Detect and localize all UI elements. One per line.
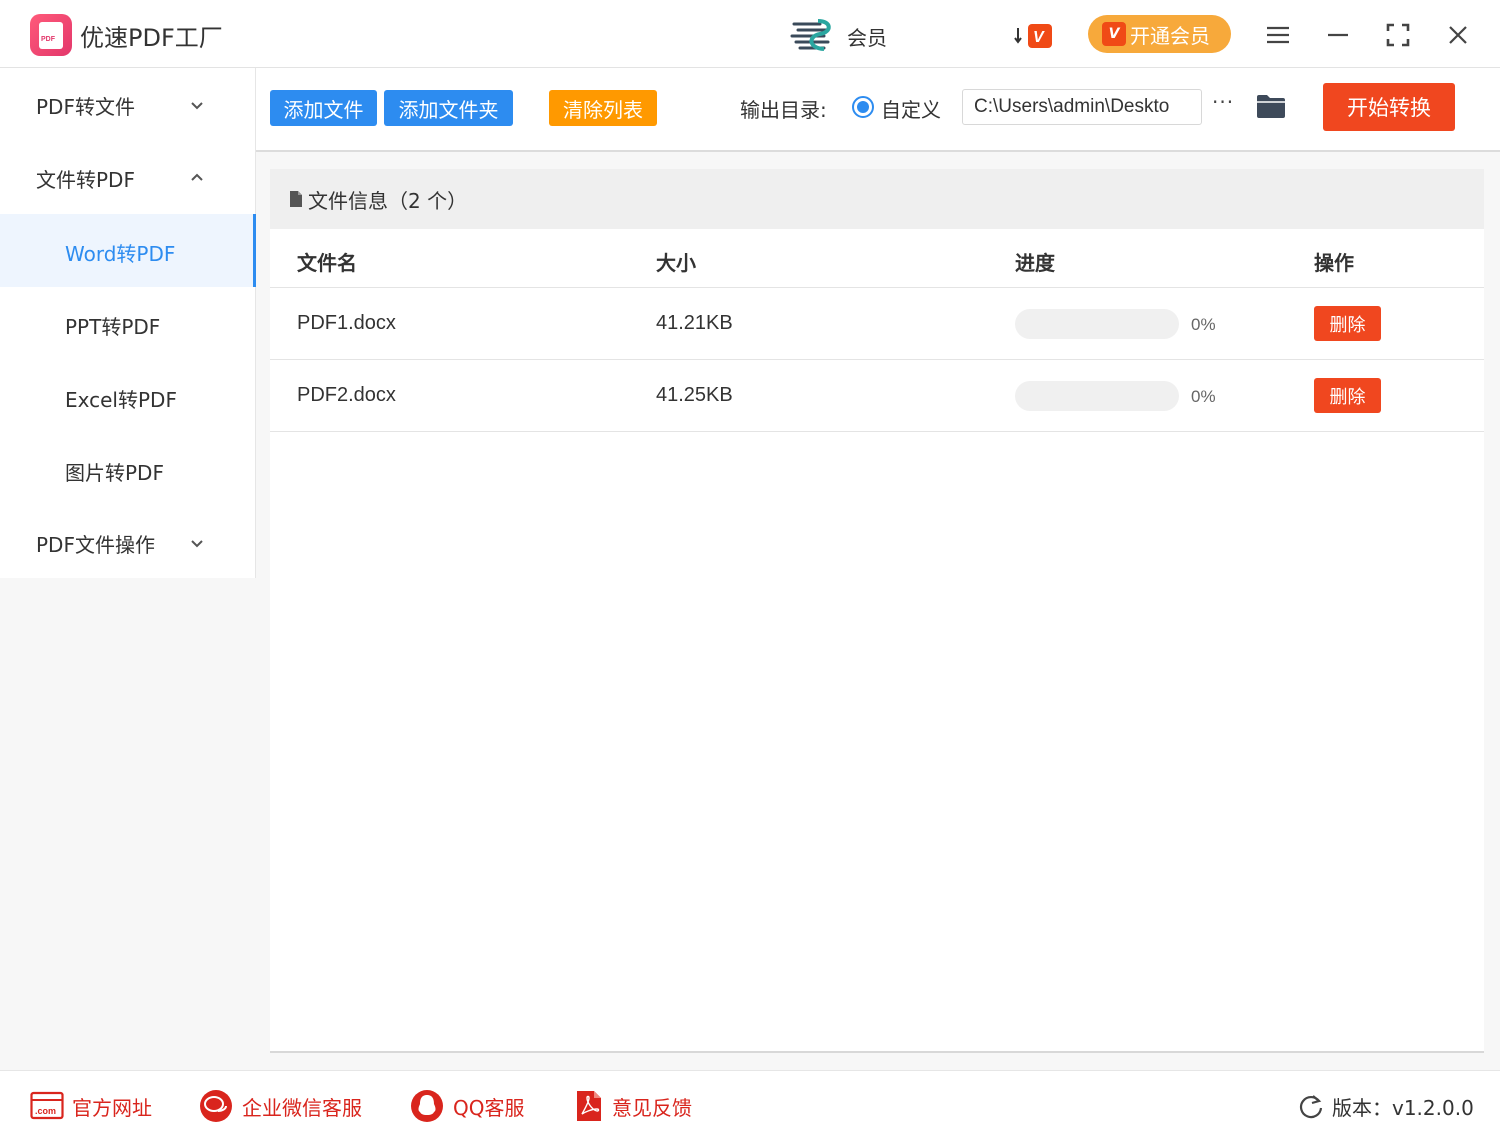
sidebar-group-label: PDF文件操作 bbox=[36, 533, 155, 557]
add-folder-button[interactable]: 添加文件夹 bbox=[384, 90, 513, 126]
sidebar-item-image-to-pdf[interactable]: 图片转PDF bbox=[0, 433, 256, 506]
column-header-name: 文件名 bbox=[297, 251, 357, 275]
open-vip-button[interactable]: V 开通会员 bbox=[1088, 15, 1231, 53]
start-convert-button[interactable]: 开始转换 bbox=[1323, 83, 1455, 131]
column-header-action: 操作 bbox=[1314, 251, 1354, 275]
qq-service-link[interactable]: QQ客服 bbox=[409, 1089, 524, 1123]
progress-percent: 0% bbox=[1191, 315, 1216, 334]
website-icon: .com bbox=[30, 1091, 64, 1120]
sidebar-item-word-to-pdf[interactable]: Word转PDF bbox=[0, 214, 256, 287]
close-icon[interactable] bbox=[1440, 17, 1476, 53]
sidebar-item-excel-to-pdf[interactable]: Excel转PDF bbox=[0, 360, 256, 433]
app-logo-icon: PDF bbox=[30, 14, 72, 56]
file-info-label: 文件信息（2 个） bbox=[308, 189, 468, 213]
custom-dir-label[interactable]: 自定义 bbox=[881, 94, 941, 123]
minimize-icon[interactable] bbox=[1320, 17, 1356, 53]
sidebar-group-pdf-to-file[interactable]: PDF转文件 bbox=[0, 68, 256, 141]
clear-list-button[interactable]: 清除列表 bbox=[549, 90, 657, 126]
file-size-cell: 41.25KB bbox=[656, 384, 733, 406]
chevron-up-icon bbox=[191, 173, 203, 181]
add-file-button[interactable]: 添加文件 bbox=[270, 90, 377, 126]
sidebar-item-label: Word转PDF bbox=[65, 242, 176, 266]
file-name-cell: PDF1.docx bbox=[297, 312, 396, 334]
footer-link-label: 意见反馈 bbox=[612, 1095, 692, 1120]
column-header-size: 大小 bbox=[656, 251, 696, 275]
footer-link-label: 官方网址 bbox=[72, 1095, 152, 1120]
sidebar-group-file-to-pdf[interactable]: 文件转PDF bbox=[0, 141, 256, 214]
vip-badge-icon[interactable]: V bbox=[1012, 20, 1056, 50]
wechat-service-link[interactable]: 企业微信客服 bbox=[198, 1089, 362, 1123]
footer: .com 官方网址 企业微信客服 QQ客服 意见反馈 版本：v1.2.0.0 bbox=[0, 1070, 1500, 1140]
column-header-progress: 进度 bbox=[1015, 251, 1055, 275]
qq-icon bbox=[411, 1090, 443, 1122]
footer-link-label: 企业微信客服 bbox=[242, 1095, 362, 1120]
sidebar: PDF转文件 文件转PDF Word转PDF PPT转PDF Excel转PDF… bbox=[0, 68, 256, 1070]
feedback-link[interactable]: 意见反馈 bbox=[574, 1089, 692, 1123]
menu-icon[interactable] bbox=[1260, 17, 1296, 53]
pdf-feedback-icon bbox=[577, 1091, 601, 1121]
member-label[interactable]: 会员 bbox=[847, 22, 887, 51]
sidebar-group-label: PDF转文件 bbox=[36, 95, 135, 119]
file-name-cell: PDF2.docx bbox=[297, 384, 396, 406]
sidebar-item-label: PPT转PDF bbox=[65, 315, 161, 339]
chevron-down-icon bbox=[191, 540, 203, 548]
sidebar-group-pdf-operations[interactable]: PDF文件操作 bbox=[0, 506, 256, 579]
sidebar-item-label: Excel转PDF bbox=[65, 388, 177, 412]
app-title: 优速PDF工厂 bbox=[80, 24, 223, 52]
footer-link-label: QQ客服 bbox=[453, 1095, 525, 1120]
open-vip-label: 开通会员 bbox=[1130, 23, 1210, 48]
output-dir-label: 输出目录: bbox=[740, 98, 827, 122]
file-icon bbox=[290, 191, 302, 207]
sidebar-item-ppt-to-pdf[interactable]: PPT转PDF bbox=[0, 287, 256, 360]
sidebar-empty-area bbox=[0, 578, 256, 1070]
com-icon-text: .com bbox=[35, 1106, 56, 1116]
table-row: PDF2.docx 41.25KB 0% 删除 bbox=[270, 360, 1484, 432]
wechat-icon bbox=[200, 1090, 232, 1122]
output-path-field[interactable]: C:\Users\admin\Deskto bbox=[962, 89, 1202, 125]
open-folder-icon[interactable] bbox=[1256, 93, 1286, 119]
title-bar: PDF 优速PDF工厂 会员 V V 开通会员 bbox=[0, 0, 1500, 68]
maximize-icon[interactable] bbox=[1380, 17, 1416, 53]
progress-bar bbox=[1015, 309, 1179, 339]
file-list-panel: 文件信息（2 个） 文件名 大小 进度 操作 PDF1.docx 41.21KB… bbox=[270, 169, 1484, 1053]
progress-percent: 0% bbox=[1191, 387, 1216, 406]
official-site-link[interactable]: .com 官方网址 bbox=[30, 1089, 152, 1123]
table-row: PDF1.docx 41.21KB 0% 删除 bbox=[270, 288, 1484, 360]
progress-bar bbox=[1015, 381, 1179, 411]
custom-dir-radio[interactable] bbox=[852, 96, 874, 118]
file-info-bar: 文件信息（2 个） bbox=[270, 169, 1484, 229]
svg-text:V: V bbox=[1033, 29, 1045, 46]
refresh-icon bbox=[1299, 1095, 1323, 1119]
sidebar-group-label: 文件转PDF bbox=[36, 168, 135, 192]
file-size-cell: 41.21KB bbox=[656, 312, 733, 334]
sidebar-item-label: 图片转PDF bbox=[65, 461, 164, 485]
version-label: 版本：v1.2.0.0 bbox=[1332, 1095, 1474, 1120]
chevron-down-icon bbox=[191, 102, 203, 110]
browse-more-button[interactable]: ··· bbox=[1212, 90, 1236, 120]
delete-button[interactable]: 删除 bbox=[1314, 306, 1381, 341]
toolbar: 添加文件 添加文件夹 清除列表 输出目录: 自定义 C:\Users\admin… bbox=[256, 68, 1500, 152]
table-header: 文件名 大小 进度 操作 bbox=[270, 229, 1484, 288]
vip-icon: V bbox=[1102, 22, 1126, 46]
delete-button[interactable]: 删除 bbox=[1314, 378, 1381, 413]
version-info[interactable]: 版本：v1.2.0.0 bbox=[1298, 1089, 1474, 1123]
main-area: 文件信息（2 个） 文件名 大小 进度 操作 PDF1.docx 41.21KB… bbox=[256, 152, 1500, 1070]
member-brand-icon bbox=[790, 19, 831, 51]
